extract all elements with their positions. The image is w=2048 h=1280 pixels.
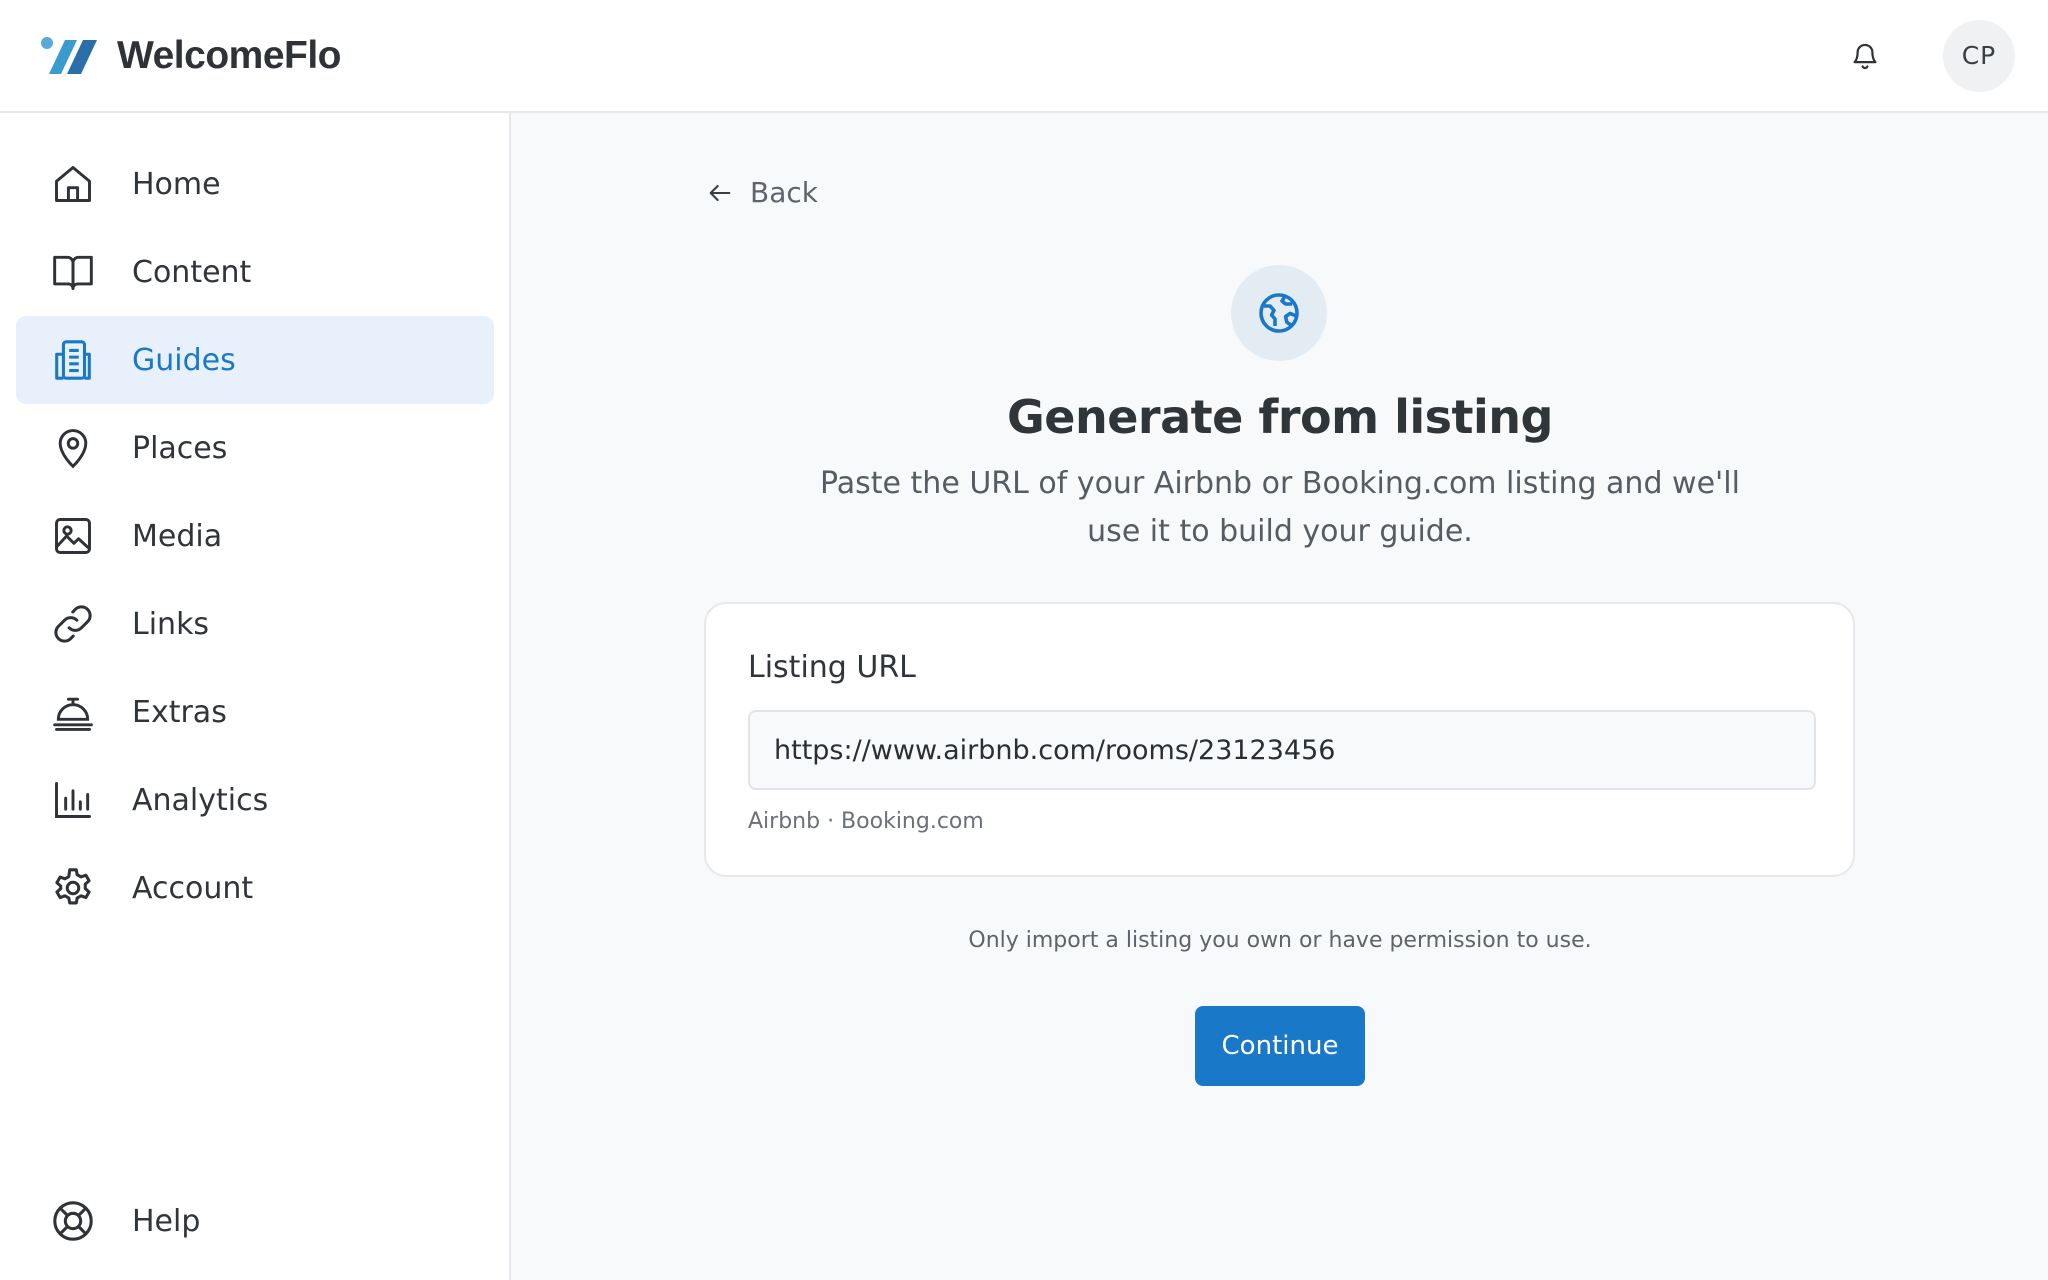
sidebar-item-analytics[interactable]: Analytics: [16, 756, 494, 844]
sidebar-item-label: Extras: [132, 694, 227, 730]
sidebar-item-extras[interactable]: Extras: [16, 668, 494, 756]
sidebar: Home Content Guides Places Media Links E…: [0, 113, 511, 1280]
back-label: Back: [750, 176, 818, 209]
avatar-initials: CP: [1961, 41, 1997, 70]
listing-url-card: Listing URL Airbnb · Booking.com: [704, 602, 1855, 877]
image-icon: [50, 513, 96, 559]
sidebar-item-media[interactable]: Media: [16, 492, 494, 580]
bar-chart-icon: [50, 777, 96, 823]
book-open-icon: [50, 249, 96, 295]
sidebar-item-label: Home: [132, 166, 221, 202]
sidebar-item-label: Guides: [132, 342, 236, 378]
sidebar-item-label: Account: [132, 870, 254, 906]
page-subtitle: Paste the URL of your Airbnb or Booking.…: [820, 466, 1740, 549]
sidebar-item-guides[interactable]: Guides: [16, 316, 494, 404]
sidebar-item-label: Media: [132, 518, 223, 554]
brand-name: WelcomeFlo: [117, 33, 342, 77]
globe-icon: [1231, 265, 1327, 361]
link-icon: [50, 601, 96, 647]
home-icon: [50, 161, 96, 207]
sidebar-nav: Home Content Guides Places Media Links E…: [16, 140, 494, 932]
top-header: WelcomeFlo CP: [0, 0, 2048, 113]
sidebar-item-places[interactable]: Places: [16, 404, 494, 492]
concierge-bell-icon: [50, 689, 96, 735]
sidebar-item-label: Content: [132, 254, 252, 290]
avatar[interactable]: CP: [1943, 19, 2015, 92]
bell-icon[interactable]: [1847, 38, 1883, 74]
sidebar-item-label: Help: [132, 1203, 201, 1239]
sidebar-item-content[interactable]: Content: [16, 228, 494, 316]
gear-icon: [50, 865, 96, 911]
sidebar-item-label: Analytics: [132, 782, 269, 818]
back-link[interactable]: Back: [706, 176, 818, 209]
map-pin-icon: [50, 425, 96, 471]
sidebar-item-links[interactable]: Links: [16, 580, 494, 668]
sidebar-item-account[interactable]: Account: [16, 844, 494, 932]
sidebar-item-home[interactable]: Home: [16, 140, 494, 228]
listing-url-label: Listing URL: [748, 650, 916, 685]
supported-platforms-hint: Airbnb · Booking.com: [748, 809, 984, 834]
page-title: Generate from listing: [1007, 390, 1553, 444]
guides-icon: [50, 337, 96, 383]
sidebar-item-label: Links: [132, 606, 210, 642]
welcomeflo-logo-icon: [41, 36, 97, 74]
listing-url-input[interactable]: [748, 710, 1816, 790]
sidebar-item-label: Places: [132, 430, 228, 466]
lifebuoy-icon: [50, 1198, 96, 1244]
permission-disclaimer: Only import a listing you own or have pe…: [968, 928, 1592, 953]
continue-button[interactable]: Continue: [1195, 1006, 1365, 1086]
sidebar-item-help[interactable]: Help: [16, 1177, 494, 1265]
brand[interactable]: WelcomeFlo: [39, 33, 342, 78]
arrow-left-icon: [709, 184, 731, 201]
